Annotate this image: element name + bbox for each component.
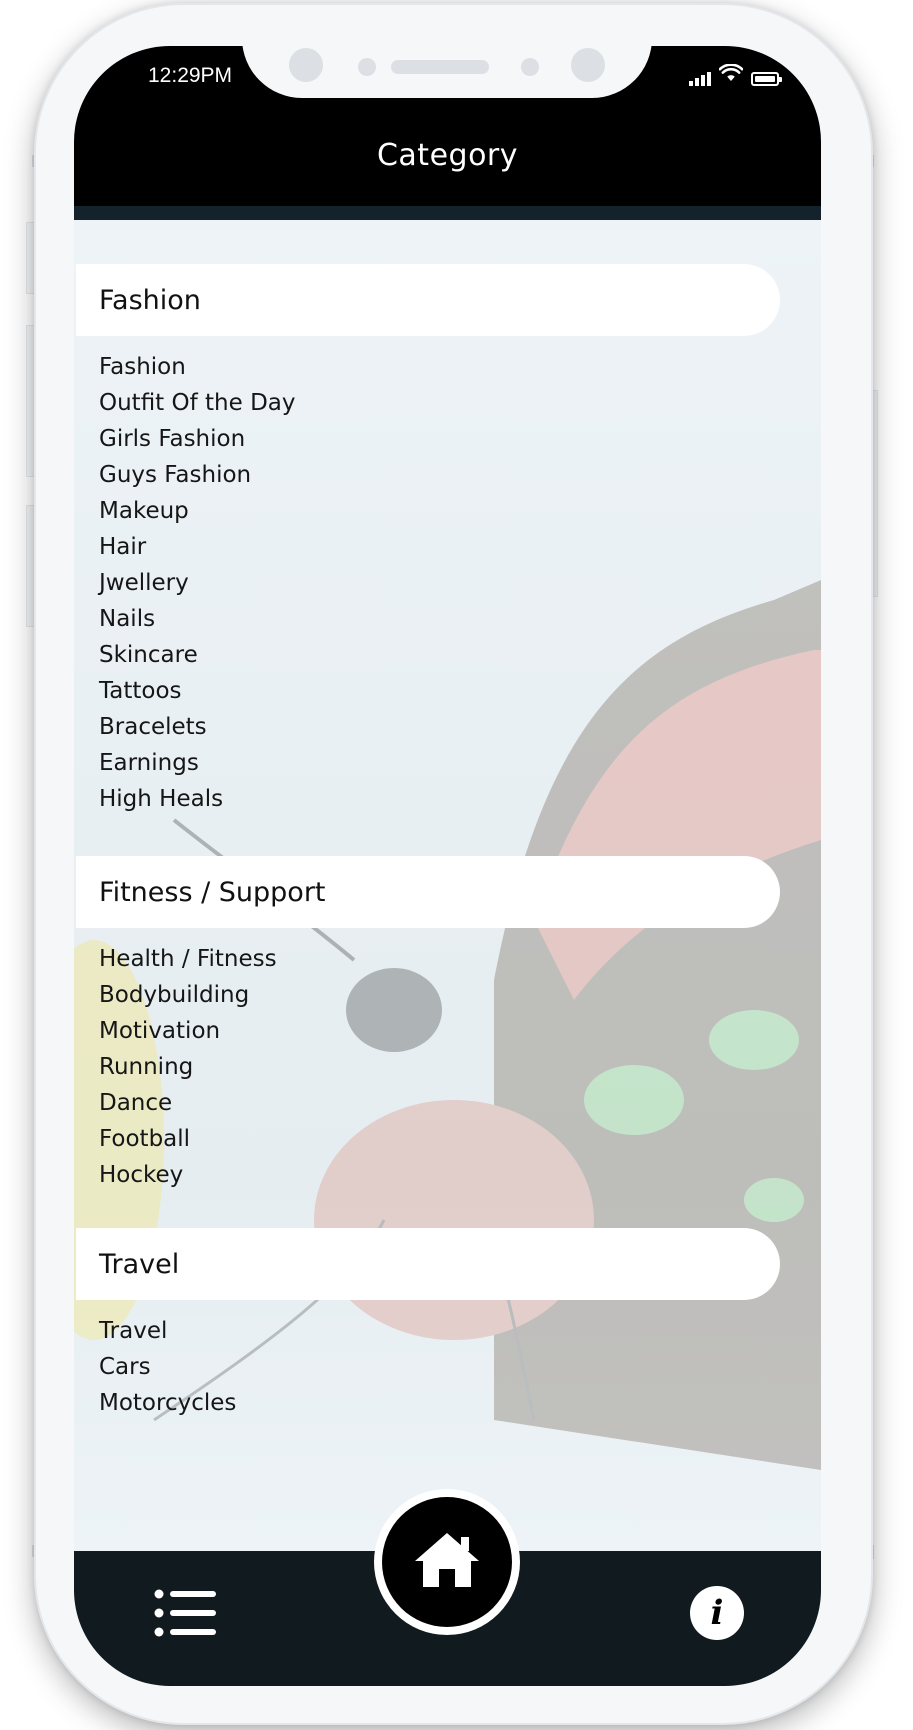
wifi-icon <box>718 63 744 86</box>
phone-screen: 12:29PM Category Fashion Fashion Outfit … <box>74 46 821 1686</box>
category-item[interactable]: Guys Fashion <box>99 457 296 493</box>
category-item[interactable]: Cars <box>99 1349 236 1385</box>
category-item[interactable]: Makeup <box>99 493 296 529</box>
info-icon: i <box>710 1593 724 1633</box>
category-item[interactable]: High Heals <box>99 781 296 817</box>
category-item[interactable]: Hair <box>99 529 296 565</box>
section-header-fitness[interactable]: Fitness / Support <box>76 856 780 928</box>
header-divider <box>74 206 821 220</box>
category-item[interactable]: Jwellery <box>99 565 296 601</box>
category-item[interactable]: Tattoos <box>99 673 296 709</box>
category-item[interactable]: Outfit Of the Day <box>99 385 296 421</box>
category-item[interactable]: Motivation <box>99 1013 277 1049</box>
category-content[interactable]: Fashion Fashion Outfit Of the Day Girls … <box>74 220 821 1596</box>
app-header: 12:29PM Category <box>74 46 821 206</box>
category-item[interactable]: Skincare <box>99 637 296 673</box>
section-header-fashion[interactable]: Fashion <box>76 264 780 336</box>
signal-icon <box>689 70 711 86</box>
info-button[interactable]: i <box>690 1586 744 1640</box>
menu-list-icon[interactable] <box>154 1589 216 1637</box>
category-item[interactable]: Running <box>99 1049 277 1085</box>
home-button[interactable] <box>374 1489 520 1635</box>
category-item[interactable]: Motorcycles <box>99 1385 236 1421</box>
category-list-travel: Travel Cars Motorcycles <box>99 1313 236 1421</box>
battery-icon <box>751 72 782 86</box>
category-item[interactable]: Earnings <box>99 745 296 781</box>
device-mockup: 12:29PM Category Fashion Fashion Outfit … <box>0 0 913 1730</box>
category-item[interactable]: Nails <box>99 601 296 637</box>
category-item[interactable]: Girls Fashion <box>99 421 296 457</box>
category-item[interactable]: Bodybuilding <box>99 977 277 1013</box>
camera-icon <box>289 48 323 82</box>
page-title: Category <box>376 138 519 173</box>
category-item[interactable]: Bracelets <box>99 709 296 745</box>
notch <box>242 46 652 98</box>
section-header-travel[interactable]: Travel <box>76 1228 780 1300</box>
category-item[interactable]: Travel <box>99 1313 236 1349</box>
home-button-inner <box>382 1497 512 1627</box>
category-item[interactable]: Dance <box>99 1085 277 1121</box>
status-time: 12:29PM <box>148 64 233 87</box>
category-list-fitness: Health / Fitness Bodybuilding Motivation… <box>99 941 277 1193</box>
category-item[interactable]: Fashion <box>99 349 296 385</box>
category-item[interactable]: Football <box>99 1121 277 1157</box>
status-icons <box>689 63 782 86</box>
speaker-grille <box>391 60 489 74</box>
category-list-fashion: Fashion Outfit Of the Day Girls Fashion … <box>99 349 296 817</box>
home-icon <box>413 1531 481 1593</box>
sensor-icon <box>521 58 539 76</box>
camera-icon <box>571 48 605 82</box>
sensor-icon <box>358 58 376 76</box>
category-item[interactable]: Health / Fitness <box>99 941 277 977</box>
category-item[interactable]: Hockey <box>99 1157 277 1193</box>
